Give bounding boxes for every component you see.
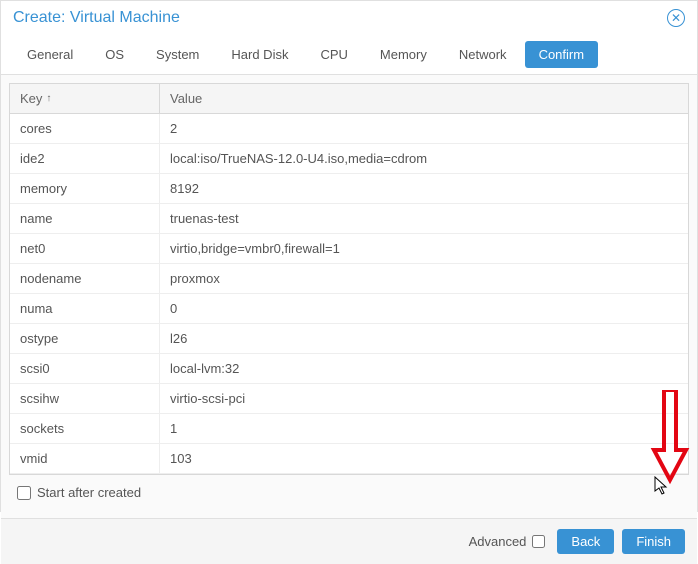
table-row[interactable]: vmid103 (10, 444, 688, 474)
table-row[interactable]: sockets1 (10, 414, 688, 444)
table-row[interactable]: cores2 (10, 114, 688, 144)
cell-value: 0 (160, 294, 688, 323)
start-after-created-row: Start after created (9, 475, 689, 510)
tab-os[interactable]: OS (91, 41, 138, 68)
cell-value: truenas-test (160, 204, 688, 233)
sort-asc-icon: ↑ (46, 93, 51, 104)
footer: Advanced Back Finish (1, 518, 697, 564)
tab-confirm[interactable]: Confirm (525, 41, 599, 68)
cell-key: vmid (10, 444, 160, 473)
table-row[interactable]: numa0 (10, 294, 688, 324)
table-row[interactable]: ide2local:iso/TrueNAS-12.0-U4.iso,media=… (10, 144, 688, 174)
cell-key: numa (10, 294, 160, 323)
cell-value: local-lvm:32 (160, 354, 688, 383)
cell-value: 103 (160, 444, 688, 473)
cell-value: l26 (160, 324, 688, 353)
tab-harddisk[interactable]: Hard Disk (217, 41, 302, 68)
tab-cpu[interactable]: CPU (306, 41, 361, 68)
tab-system[interactable]: System (142, 41, 213, 68)
cell-value: 8192 (160, 174, 688, 203)
table-row[interactable]: net0virtio,bridge=vmbr0,firewall=1 (10, 234, 688, 264)
cell-key: name (10, 204, 160, 233)
advanced-checkbox[interactable] (532, 535, 545, 548)
cell-key: nodename (10, 264, 160, 293)
summary-grid: Key ↑ Value cores2ide2local:iso/TrueNAS-… (9, 83, 689, 475)
cell-value: proxmox (160, 264, 688, 293)
table-row[interactable]: nametruenas-test (10, 204, 688, 234)
cell-key: cores (10, 114, 160, 143)
cell-value: 2 (160, 114, 688, 143)
cell-key: ostype (10, 324, 160, 353)
finish-button[interactable]: Finish (622, 529, 685, 554)
column-header-key[interactable]: Key ↑ (10, 84, 160, 113)
close-icon[interactable]: ✕ (667, 9, 685, 27)
tab-general[interactable]: General (13, 41, 87, 68)
dialog-title: Create: Virtual Machine (13, 9, 180, 27)
grid-header: Key ↑ Value (10, 84, 688, 114)
table-row[interactable]: ostypel26 (10, 324, 688, 354)
cell-key: sockets (10, 414, 160, 443)
table-row[interactable]: memory8192 (10, 174, 688, 204)
cell-value: virtio,bridge=vmbr0,firewall=1 (160, 234, 688, 263)
titlebar: Create: Virtual Machine ✕ (1, 1, 697, 35)
cell-key: ide2 (10, 144, 160, 173)
table-row[interactable]: scsihwvirtio-scsi-pci (10, 384, 688, 414)
tab-network[interactable]: Network (445, 41, 521, 68)
grid-body[interactable]: cores2ide2local:iso/TrueNAS-12.0-U4.iso,… (10, 114, 688, 474)
content-panel: Key ↑ Value cores2ide2local:iso/TrueNAS-… (1, 75, 697, 518)
cell-key: memory (10, 174, 160, 203)
cell-key: scsihw (10, 384, 160, 413)
column-header-value[interactable]: Value (160, 84, 688, 113)
wizard-tabs: General OS System Hard Disk CPU Memory N… (1, 35, 697, 75)
cell-key: scsi0 (10, 354, 160, 383)
table-row[interactable]: nodenameproxmox (10, 264, 688, 294)
start-after-created-checkbox[interactable] (17, 486, 31, 500)
create-vm-dialog: Create: Virtual Machine ✕ General OS Sys… (0, 0, 698, 512)
table-row[interactable]: scsi0local-lvm:32 (10, 354, 688, 384)
back-button[interactable]: Back (557, 529, 614, 554)
tab-memory[interactable]: Memory (366, 41, 441, 68)
advanced-toggle[interactable]: Advanced (469, 534, 546, 549)
cell-value: local:iso/TrueNAS-12.0-U4.iso,media=cdro… (160, 144, 688, 173)
cell-value: virtio-scsi-pci (160, 384, 688, 413)
start-after-created-label: Start after created (37, 485, 141, 500)
cell-key: net0 (10, 234, 160, 263)
cell-value: 1 (160, 414, 688, 443)
